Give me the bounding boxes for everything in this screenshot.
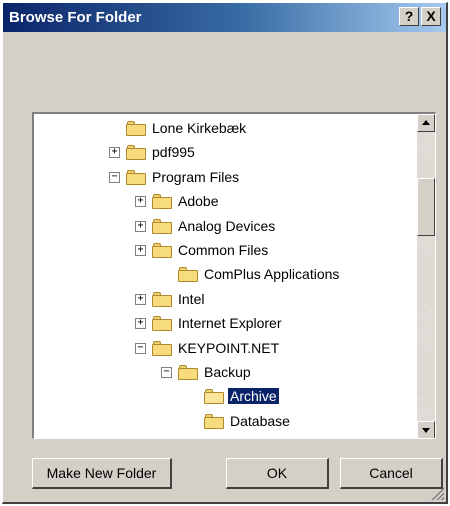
tree-item[interactable]: + pdf995	[34, 141, 418, 165]
help-button[interactable]: ?	[399, 7, 419, 26]
cancel-button[interactable]: Cancel	[340, 458, 443, 489]
arrow-down-icon	[422, 428, 430, 433]
tree-item-label: Common Files	[178, 242, 269, 258]
tree-item[interactable]: Archive	[34, 385, 418, 409]
folder-tree[interactable]: Lone Kirkebæk + pdf995 − Program Files + Adobe…	[32, 112, 436, 439]
tree-item-label: Adobe	[178, 193, 219, 210]
scroll-up-button[interactable]	[417, 114, 435, 132]
folder-icon	[152, 218, 172, 234]
tree-item[interactable]: − Backup	[34, 361, 418, 385]
tree-item[interactable]: Lone Kirkebæk	[34, 117, 418, 141]
expand-icon[interactable]: +	[135, 196, 146, 208]
tree-item-label: Intel	[178, 290, 205, 307]
make-new-folder-button[interactable]: Make New Folder	[32, 458, 172, 489]
window-title: Browse For Folder	[9, 9, 142, 26]
collapse-icon[interactable]: −	[135, 342, 146, 354]
tree-item-label: Database	[230, 412, 290, 429]
folder-icon	[126, 145, 146, 161]
folder-icon	[204, 413, 224, 429]
folder-tree-list: Lone Kirkebæk + pdf995 − Program Files + Adobe…	[34, 114, 418, 438]
scroll-down-button[interactable]	[417, 421, 435, 438]
folder-icon	[126, 169, 146, 185]
browse-for-folder-dialog: Browse For Folder ? X Lone Kirkebæk + pdf9…	[2, 2, 448, 504]
expand-icon[interactable]: +	[135, 220, 146, 232]
folder-icon	[152, 340, 172, 356]
tree-item[interactable]: − Program Files	[34, 166, 418, 190]
tree-item[interactable]: ComPlus Applications	[34, 263, 418, 287]
folder-icon	[152, 243, 172, 258]
expand-icon[interactable]: +	[135, 293, 146, 305]
expand-icon[interactable]: +	[135, 245, 146, 256]
title-bar[interactable]: Browse For Folder ? X	[3, 3, 446, 32]
tree-item-label: Lone Kirkebæk	[152, 120, 247, 136]
folder-icon	[152, 316, 172, 332]
tree-item-label: KEYPOINT.NET	[178, 339, 280, 356]
vertical-scrollbar[interactable]	[417, 114, 435, 438]
folder-icon	[126, 121, 146, 136]
scroll-thumb[interactable]	[417, 178, 435, 236]
tree-item-label: Analog Devices	[178, 217, 276, 234]
tree-item-label: Internet Explorer	[178, 315, 282, 332]
tree-item-label: Backup	[204, 364, 251, 380]
tree-item[interactable]: + Analog Devices	[34, 215, 418, 239]
resize-grip-icon[interactable]	[430, 486, 444, 500]
folder-icon	[152, 194, 172, 210]
tree-item[interactable]: − KEYPOINT.NET	[34, 337, 418, 361]
collapse-icon[interactable]: −	[161, 367, 172, 378]
tree-item[interactable]: + Internet Explorer	[34, 312, 418, 336]
tree-item-label: ComPlus Applications	[204, 266, 340, 283]
expand-icon[interactable]: +	[109, 147, 120, 159]
tree-item[interactable]: + Common Files	[34, 239, 418, 263]
ok-button[interactable]: OK	[226, 458, 329, 489]
tree-item[interactable]: Database	[34, 410, 418, 434]
tree-item[interactable]: + Adobe	[34, 190, 418, 214]
tree-item-label: Archive	[228, 388, 279, 405]
expand-icon[interactable]: +	[135, 318, 146, 330]
tree-item-label: pdf995	[152, 144, 195, 161]
folder-icon	[178, 267, 198, 283]
collapse-icon[interactable]: −	[109, 171, 120, 183]
folder-icon	[152, 291, 172, 307]
close-button[interactable]: X	[421, 7, 441, 26]
arrow-up-icon	[422, 120, 430, 125]
folder-open-icon	[204, 389, 224, 405]
tree-item[interactable]: + Intel	[34, 288, 418, 312]
tree-item-label: Program Files	[152, 168, 240, 185]
folder-icon	[178, 365, 198, 380]
